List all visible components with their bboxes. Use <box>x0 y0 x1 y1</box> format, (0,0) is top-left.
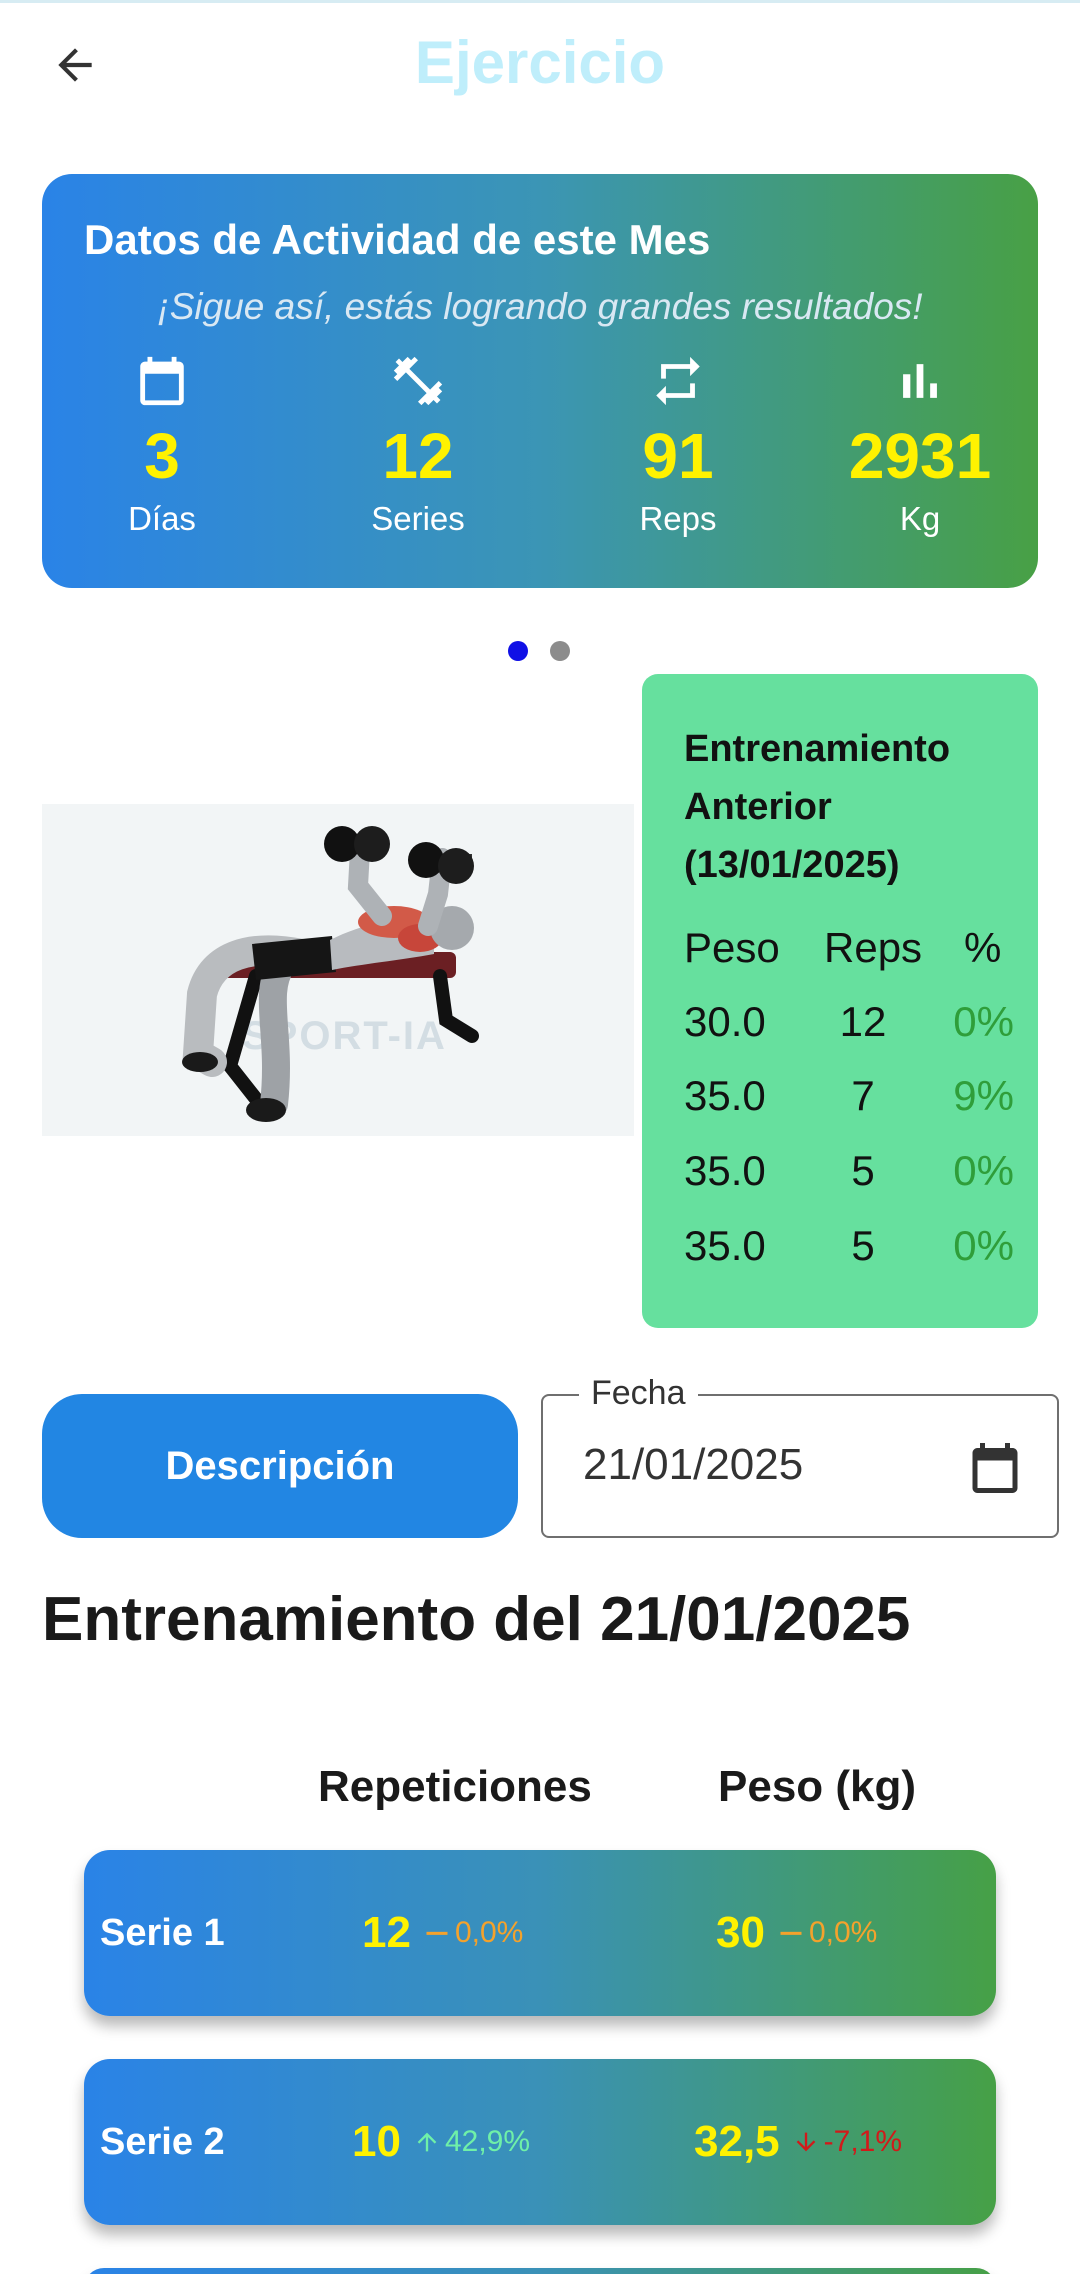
dash-icon <box>780 1931 802 1935</box>
prev-row-peso: 35.0 <box>684 1072 766 1119</box>
stat-series-value: 12 <box>382 420 454 492</box>
column-header-weight: Peso (kg) <box>718 1762 917 1811</box>
description-button[interactable]: Descripción <box>42 1394 518 1538</box>
prev-row-reps: 12 <box>839 998 887 1045</box>
series-reps-delta-text: 0,0% <box>454 1916 524 1949</box>
date-field-label: Fecha <box>579 1374 698 1413</box>
prev-row-pct: 0% <box>953 998 1014 1045</box>
stat-kg: 2931 Kg <box>800 350 1040 538</box>
exercise-image: SPORT-IA <box>42 804 634 1136</box>
prev-header-reps: Reps <box>824 924 923 971</box>
column-header-reps: Repeticiones <box>318 1762 592 1811</box>
dumbbell-icon <box>393 356 443 406</box>
app-header: Ejercicio <box>0 0 1080 130</box>
page-title: Ejercicio <box>414 29 666 96</box>
calendar-picker-icon[interactable] <box>965 1438 1025 1498</box>
stats-subtitle: ¡Sigue así, estás logrando grandes resul… <box>157 286 923 327</box>
bar-chart-icon <box>903 364 937 398</box>
date-field-value: 21/01/2025 <box>583 1440 804 1489</box>
series-weight-value: 32,5 <box>694 2117 780 2166</box>
series-weight-value: 30 <box>716 1908 765 1957</box>
series-reps: 10 42,9% <box>352 2059 530 2225</box>
series-reps-value: 12 <box>362 1908 411 1957</box>
series-row[interactable]: Serie 2 10 42,9% 32,5 -7,1% <box>84 2059 996 2225</box>
prev-row-pct: 0% <box>953 1222 1014 1269</box>
prev-header-pct: % <box>964 924 1002 971</box>
carousel-dot[interactable] <box>550 641 570 661</box>
monthly-stats-card[interactable]: Datos de Actividad de este Mes ¡Sigue as… <box>42 174 1038 588</box>
prev-row-reps: 5 <box>851 1147 875 1194</box>
series-weight-delta-text: 0,0% <box>808 1916 878 1949</box>
arrow-up-icon <box>417 2132 437 2152</box>
stat-series: 12 Series <box>298 350 538 538</box>
series-reps: 12 0,0% <box>362 1850 523 2016</box>
calendar-icon <box>140 356 184 406</box>
bench-press-illustration <box>182 826 479 1122</box>
arrow-down-icon <box>796 2132 815 2152</box>
previous-workout-title: Entrenamiento Anterior (13/01/2025) <box>684 728 951 886</box>
stat-reps-label: Reps <box>639 500 717 537</box>
repeat-icon <box>656 356 700 406</box>
series-reps-delta: 42,9% <box>413 2125 530 2159</box>
series-weight-delta-text: -7,1% <box>823 2125 903 2158</box>
stat-days-label: Días <box>128 500 196 537</box>
series-weight-delta: 0,0% <box>777 1916 877 1950</box>
previous-workout-card: Entrenamiento Anterior (13/01/2025) Peso… <box>642 674 1038 1328</box>
prev-row-peso: 35.0 <box>684 1222 766 1269</box>
date-field[interactable]: Fecha 21/01/2025 <box>541 1374 1059 1538</box>
stat-kg-value: 2931 <box>848 420 992 492</box>
prev-row-peso: 30.0 <box>684 998 766 1045</box>
stat-reps-value: 91 <box>642 420 714 492</box>
dash-icon <box>426 1931 448 1935</box>
carousel-dot-active[interactable] <box>508 641 528 661</box>
stat-series-label: Series <box>371 500 465 537</box>
prev-row-peso: 35.0 <box>684 1147 766 1194</box>
prev-row-reps: 5 <box>851 1222 875 1269</box>
stat-days-value: 3 <box>144 420 180 492</box>
carousel-indicator <box>508 641 570 661</box>
series-weight: 30 0,0% <box>716 1850 877 2016</box>
prev-row-pct: 0% <box>953 1147 1014 1194</box>
series-reps-delta-text: 42,9% <box>444 2125 531 2158</box>
series-reps-delta: 0,0% <box>423 1916 523 1950</box>
series-row[interactable] <box>84 2268 996 2274</box>
stat-kg-label: Kg <box>899 500 941 537</box>
series-label: Serie 2 <box>100 2121 225 2163</box>
prev-row-pct: 9% <box>953 1072 1014 1119</box>
workout-title: Entrenamiento del 21/01/2025 <box>42 1585 911 1654</box>
prev-header-peso: Peso <box>684 924 780 971</box>
series-weight: 32,5 -7,1% <box>694 2059 902 2225</box>
series-row[interactable]: Serie 1 12 0,0% 30 0,0% <box>84 1850 996 2016</box>
series-weight-delta: -7,1% <box>792 2125 902 2159</box>
stat-reps: 91 Reps <box>558 350 798 538</box>
series-label: Serie 1 <box>100 1912 225 1954</box>
stats-title: Datos de Actividad de este Mes <box>84 216 711 263</box>
series-reps-value: 10 <box>352 2117 401 2166</box>
prev-row-reps: 7 <box>851 1072 875 1119</box>
stat-days: 3 Días <box>42 350 282 538</box>
